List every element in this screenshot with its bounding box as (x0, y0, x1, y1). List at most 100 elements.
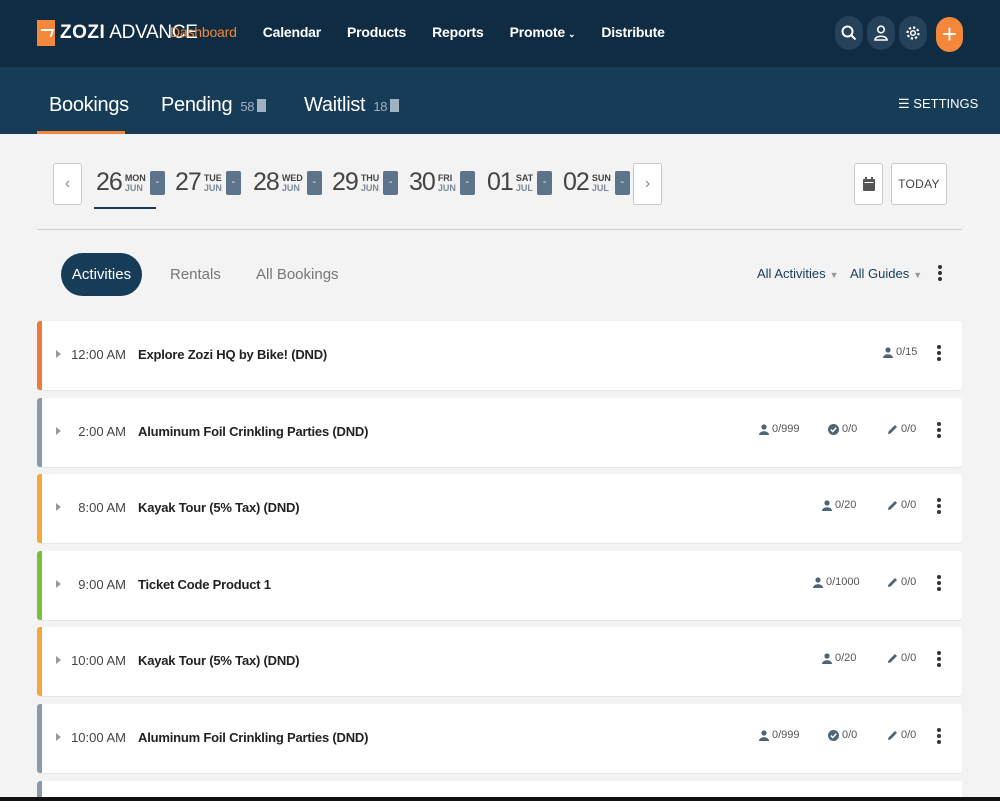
edits-count: 0/0 (887, 652, 916, 664)
edits-value: 0/0 (901, 499, 917, 511)
person-icon (759, 423, 769, 435)
nav-distribute[interactable]: Distribute (601, 24, 665, 40)
caret-down-icon: ▼ (829, 270, 839, 280)
expand-row-icon[interactable] (56, 503, 61, 511)
prev-week-button[interactable]: ‹ (53, 163, 82, 205)
date-marker: - (383, 170, 399, 195)
date-item[interactable]: 01 SAT JUL - (487, 168, 553, 197)
activity-filter-dropdown[interactable]: All Activities ▼ (757, 266, 839, 281)
nav-reports[interactable]: Reports (432, 24, 484, 40)
booking-title[interactable]: Explore Zozi HQ by Bike! (DND) (138, 347, 327, 362)
pencil-icon (888, 653, 897, 663)
pencil-icon (888, 730, 897, 740)
expand-row-icon[interactable] (56, 656, 61, 664)
chevron-left-icon: ‹ (64, 175, 71, 192)
guide-filter-dropdown[interactable]: All Guides ▼ (850, 266, 922, 281)
calendar-icon (862, 177, 875, 191)
booking-title[interactable]: Kayak Tour (5% Tax) (DND) (138, 500, 300, 515)
filter-tab-activities[interactable]: Activities (61, 253, 142, 296)
settings-link[interactable]: ☰ SETTINGS (898, 96, 978, 112)
row-more-options-icon[interactable] (935, 498, 943, 514)
table-row[interactable]: 12:00 AM Explore Zozi HQ by Bike! (DND) 0/… (37, 321, 962, 390)
expand-row-icon[interactable] (56, 350, 61, 358)
edits-count: 0/0 (887, 423, 916, 435)
window-bottom-edge (0, 797, 1000, 801)
caret-down-icon: ▼ (913, 270, 923, 280)
nav-calendar[interactable]: Calendar (263, 24, 322, 40)
filter-tab-all-bookings[interactable]: All Bookings (256, 266, 339, 283)
date-item[interactable]: 30 FRI JUN - (409, 168, 475, 197)
logo-brand: ZOZI (60, 22, 106, 43)
expand-row-icon[interactable] (56, 580, 61, 588)
table-row[interactable]: 10:00 AM Kayak Tour (5% Tax) (DND) 0/20 0/0 (37, 627, 962, 696)
chevron-right-icon: › (644, 175, 651, 192)
date-marker: - (459, 170, 475, 195)
row-accent (37, 398, 42, 467)
next-week-button[interactable]: › (633, 163, 662, 205)
settings-button[interactable] (899, 16, 927, 50)
table-row[interactable]: 8:00 AM Kayak Tour (5% Tax) (DND) 0/20 0/0 (37, 474, 962, 543)
today-button[interactable]: TODAY (891, 163, 947, 205)
expand-row-icon[interactable] (56, 427, 61, 435)
date-item[interactable]: 29 THU JUN - (332, 168, 399, 197)
edits-count: 0/0 (887, 499, 916, 511)
gear-icon (906, 26, 920, 40)
account-button[interactable] (867, 16, 895, 50)
calendar-button[interactable] (854, 163, 883, 205)
date-marker: - (614, 170, 630, 195)
date-marker: - (225, 170, 241, 195)
document-icon (390, 99, 400, 112)
date-dow: TUE (203, 172, 222, 183)
sliders-icon: ☰ (898, 96, 914, 111)
table-row[interactable]: 9:00 AM Ticket Code Product 1 0/1000 0/0 (37, 551, 962, 620)
date-item[interactable]: 28 WED JUN - (253, 168, 322, 197)
booking-title[interactable]: Ticket Code Product 1 (138, 577, 271, 592)
row-accent (37, 474, 42, 543)
row-accent (37, 704, 42, 773)
booking-time: 10:00 AM (71, 730, 126, 745)
booking-time: 12:00 AM (71, 347, 126, 362)
date-dow: SAT (515, 172, 534, 183)
checked-in-value: 0/0 (842, 729, 858, 741)
guests-value: 0/20 (835, 652, 857, 664)
booking-title[interactable]: Kayak Tour (5% Tax) (DND) (138, 653, 300, 668)
selected-date-indicator (94, 207, 156, 209)
date-item[interactable]: 27 TUE JUN - (175, 168, 241, 197)
tab-pending[interactable]: Pending 58 (161, 94, 267, 117)
booking-title[interactable]: Aluminum Foil Crinkling Parties (DND) (138, 730, 368, 745)
booking-time: 2:00 AM (78, 424, 126, 439)
row-more-options-icon[interactable] (935, 575, 943, 591)
check-circle-icon (828, 729, 839, 741)
row-more-options-icon[interactable] (935, 651, 943, 667)
date-dow: WED (281, 172, 303, 183)
nav-dashboard[interactable]: Dashboard (170, 24, 237, 40)
checked-in-count: 0/0 (828, 729, 857, 741)
activity-filter-label: All Activities (757, 266, 826, 281)
filter-tab-rentals[interactable]: Rentals (170, 266, 221, 283)
row-more-options-icon[interactable] (935, 728, 943, 744)
nav-products[interactable]: Products (347, 24, 406, 40)
search-button[interactable] (835, 16, 863, 50)
table-row[interactable]: 10:00 AM Aluminum Foil Crinkling Parties … (37, 704, 962, 773)
row-more-options-icon[interactable] (935, 422, 943, 438)
nav-promote[interactable]: Promote ⌄ (510, 24, 576, 40)
checked-in-value: 0/0 (842, 423, 858, 435)
tab-waitlist[interactable]: Waitlist 18 (304, 94, 400, 117)
date-month: JUN (124, 182, 143, 193)
guests-value: 0/1000 (826, 576, 860, 588)
table-row[interactable]: 2:00 AM Aluminum Foil Crinkling Parties (… (37, 398, 962, 467)
row-more-options-icon[interactable] (935, 345, 943, 361)
more-options-icon[interactable] (936, 265, 944, 281)
expand-row-icon[interactable] (56, 733, 61, 741)
date-item[interactable]: 02 SUN JUL - (563, 168, 630, 197)
date-item[interactable]: 26 MON JUN - (96, 168, 165, 197)
add-button[interactable]: + (936, 17, 963, 52)
document-icon (257, 99, 267, 112)
date-day: 27 (175, 168, 202, 196)
date-month: JUN (281, 182, 300, 193)
date-month: JUL (591, 182, 609, 193)
booking-title[interactable]: Aluminum Foil Crinkling Parties (DND) (138, 424, 368, 439)
tab-bookings[interactable]: Bookings (49, 94, 129, 117)
booking-time: 8:00 AM (78, 500, 126, 515)
date-dow: SUN (591, 172, 611, 183)
